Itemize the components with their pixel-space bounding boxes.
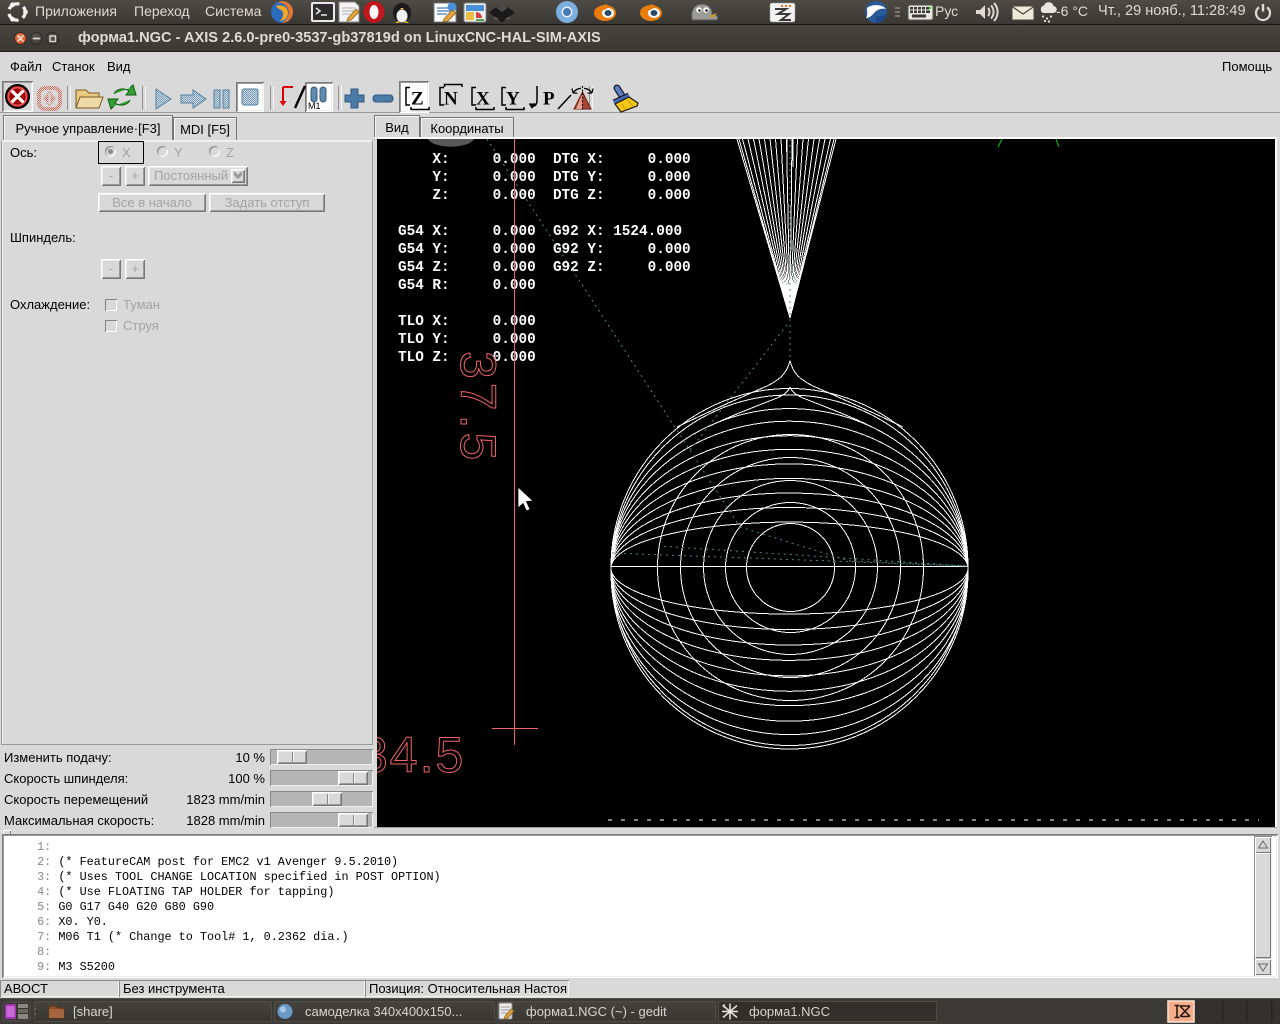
svg-text:34.5: 34.5 — [377, 727, 465, 783]
svg-text:Y: Y — [506, 89, 520, 110]
svg-text:X: X — [476, 89, 490, 110]
svg-text:M1: M1 — [308, 101, 321, 111]
svg-text:Z: Z — [411, 89, 424, 110]
svg-text:37.5: 37.5 — [450, 351, 506, 464]
svg-text:N: N — [444, 89, 458, 110]
svg-text:P: P — [543, 89, 555, 110]
